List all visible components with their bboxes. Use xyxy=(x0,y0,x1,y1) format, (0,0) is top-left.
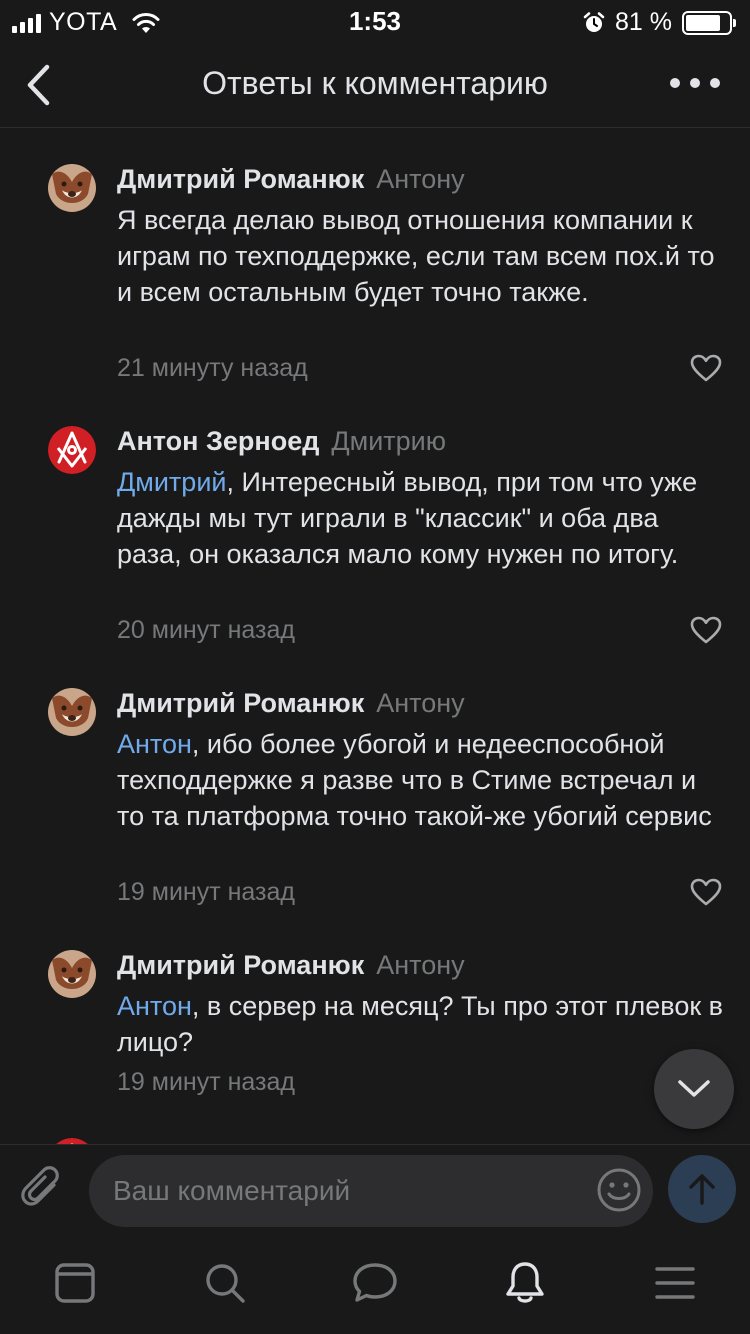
paperclip-icon xyxy=(21,1166,59,1206)
like-button[interactable] xyxy=(690,354,722,382)
attach-button[interactable] xyxy=(20,1165,66,1215)
comment-author[interactable]: Дмитрий Романюк xyxy=(117,688,364,718)
comment-author[interactable]: Антон Зерноед xyxy=(117,426,319,456)
status-bar: YOTA 1:53 81 % xyxy=(0,0,750,40)
chevron-down-icon xyxy=(678,1080,710,1097)
comment-body: , в сервер на месяц? Ты про этот плевок … xyxy=(117,991,723,1057)
comment-timestamp: 19 минут назад xyxy=(117,1068,295,1096)
comment-body: Я всегда делаю вывод отношения компании … xyxy=(117,205,715,307)
app-screen: YOTA 1:53 81 % Ответы к комментарию Дмит… xyxy=(0,0,750,1334)
notifications-bell-icon xyxy=(506,1262,544,1303)
arrow-up-icon xyxy=(689,1174,715,1205)
compose-bar: Ваш комментарий xyxy=(0,1144,750,1236)
tab-newsfeed[interactable] xyxy=(50,1258,100,1308)
masonic-emblem-avatar[interactable] xyxy=(48,426,96,474)
page-title: Ответы к комментарию xyxy=(202,65,548,101)
battery-icon xyxy=(682,10,736,35)
comment-timestamp: 19 минут назад xyxy=(117,878,295,906)
comment-text: Антон, ибо более убогой и недееспособной… xyxy=(117,726,727,834)
comment-input-placeholder: Ваш комментарий xyxy=(113,1175,351,1206)
comment-reply-to[interactable]: Антону xyxy=(376,950,464,980)
more-dot-icon xyxy=(670,78,680,88)
comment-mention-link[interactable]: Антон xyxy=(117,991,192,1021)
comment-header: Дмитрий Романюк Антону xyxy=(117,950,465,981)
send-button[interactable] xyxy=(668,1155,736,1223)
comment-mention-link[interactable]: Дмитрий xyxy=(117,467,226,497)
heart-icon xyxy=(690,616,722,644)
fox-avatar[interactable] xyxy=(48,688,96,736)
more-dot-icon xyxy=(710,78,720,88)
more-dot-icon xyxy=(690,78,700,88)
comment-header: Дмитрий Романюк Антону xyxy=(117,688,465,719)
search-icon xyxy=(206,1264,245,1303)
comment-body: , ибо более убогой и недееспособной техп… xyxy=(117,729,712,831)
alarm-clock-icon xyxy=(583,11,605,32)
fox-avatar[interactable] xyxy=(48,950,96,998)
battery-percent: 81 % xyxy=(615,8,672,36)
heart-icon xyxy=(690,354,722,382)
messages-icon xyxy=(353,1263,397,1302)
fox-avatar[interactable] xyxy=(48,164,96,212)
more-options-button[interactable] xyxy=(670,68,720,98)
comment-author[interactable]: Дмитрий Романюк xyxy=(117,950,364,980)
newsfeed-icon xyxy=(55,1263,95,1303)
emoji-button[interactable] xyxy=(596,1167,642,1213)
comment-text: Я всегда делаю вывод отношения компании … xyxy=(117,202,727,310)
battery-fill xyxy=(686,14,721,31)
comment-reply-to[interactable]: Дмитрию xyxy=(331,426,446,456)
comment-reply-to[interactable]: Антону xyxy=(376,164,464,194)
like-button[interactable] xyxy=(690,878,722,906)
comment-reply-to[interactable]: Антону xyxy=(376,688,464,718)
comment-text: Дмитрий, Интересный вывод, при том что у… xyxy=(117,464,727,572)
tab-notifications[interactable] xyxy=(500,1258,550,1308)
navigation-bar: Ответы к комментарию xyxy=(0,40,750,128)
comment-timestamp: 21 минуту назад xyxy=(117,354,308,382)
comment-author[interactable]: Дмитрий Романюк xyxy=(117,164,364,194)
smiley-icon xyxy=(597,1168,641,1212)
tab-search[interactable] xyxy=(200,1258,250,1308)
tab-menu[interactable] xyxy=(650,1258,700,1308)
like-button[interactable] xyxy=(690,616,722,644)
tab-bar xyxy=(0,1236,750,1334)
comment-header: Антон Зерноед Дмитрию xyxy=(117,426,446,457)
status-right: 81 % xyxy=(583,8,736,37)
tab-messages[interactable] xyxy=(350,1258,400,1308)
comment-timestamp: 20 минут назад xyxy=(117,616,295,644)
heart-icon xyxy=(690,878,722,906)
comment-text: Антон, в сервер на месяц? Ты про этот пл… xyxy=(117,988,727,1060)
comment-mention-link[interactable]: Антон xyxy=(117,729,192,759)
comments-list[interactable]: Дмитрий Романюк Антону Я всегда делаю выв… xyxy=(0,128,750,1144)
scroll-down-button[interactable] xyxy=(654,1049,734,1129)
comment-header: Дмитрий Романюк Антону xyxy=(117,164,465,195)
menu-icon xyxy=(655,1267,695,1299)
